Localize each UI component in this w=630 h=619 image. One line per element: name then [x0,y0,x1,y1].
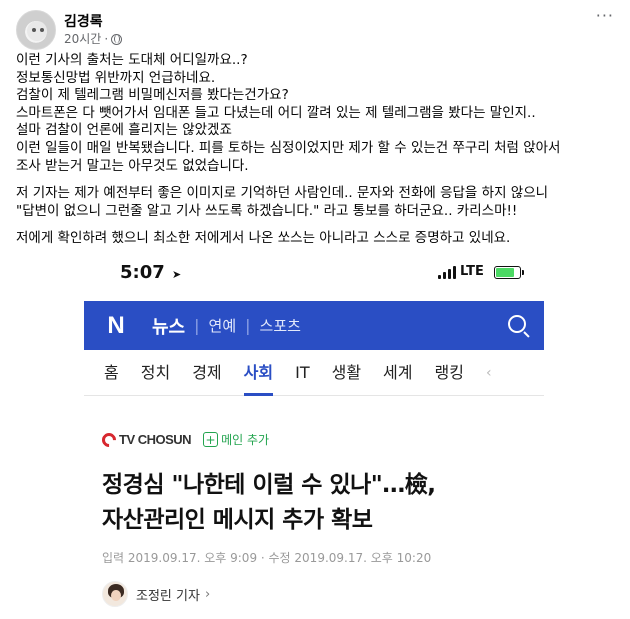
post-paragraph: 저 기자는 제가 예전부터 좋은 이미지로 기억하던 사람인데.. 문자와 전화… [16,185,616,220]
reporter-row[interactable]: 조정린 기자 › [102,581,210,607]
tab-category[interactable]: 홈 [104,350,119,396]
post-paragraph: 이런 기사의 출처는 도대체 어디일까요..? 정보통신망법 위반까지 언급하네… [16,52,616,175]
more-options-button[interactable]: ··· [596,6,614,25]
nav-news[interactable]: 뉴스 [152,313,185,339]
post-line: 저에게 확인하려 했으니 최소한 저에게서 나온 쏘스는 아니라고 스스로 증명… [16,230,511,247]
nav-entertainment[interactable]: 연예 [209,315,237,336]
tab-category[interactable]: 세계 [383,350,412,396]
article-headline: 정경심 "나한테 이럴 수 있나"…檢, 자산관리인 메시지 추가 확보 [102,468,532,538]
tab-category[interactable]: 사회 [243,350,274,396]
phone-status-bar: 5:07 ➤ LTE [84,254,544,296]
post-line: 이런 기사의 출처는 도대체 어디일까요..? [16,52,248,68]
profile-avatar[interactable] [16,10,56,50]
separator-dot: · [104,32,109,46]
reporter-name: 조정린 기자 [136,588,200,604]
nav-separator: | [194,316,200,335]
post-time[interactable]: 20시간 [64,31,101,47]
post-line: 조사 받는거 말고는 아무것도 없었습니다. [16,157,249,174]
category-tabs: 홈 정치 경제 사회 IT 생활 세계 랭킹 ‹ [84,350,544,396]
tabs-more-icon[interactable]: ‹ [486,365,492,381]
network-type: LTE [460,264,484,279]
tab-category[interactable]: 경제 [192,350,221,396]
add-to-main-label: 메인 추가 [221,433,270,447]
plus-icon: + [203,432,219,447]
headline-line: 정경심 "나한테 이럴 수 있나"…檢, [102,472,436,498]
nav-sports[interactable]: 스포츠 [260,315,301,336]
globe-icon [111,33,123,45]
tab-category[interactable]: IT [295,350,310,396]
battery-icon [494,266,521,279]
post-paragraph: 저에게 확인하려 했으니 최소한 저에게서 나온 쏘스는 아니라고 스스로 증명… [16,230,616,248]
headline-line: 자산관리인 메시지 추가 확보 [102,507,373,533]
reporter-avatar [102,581,128,607]
nav-separator: | [245,316,251,335]
post-time-row: 20시간 · [64,31,123,47]
post-body: 이런 기사의 출처는 도대체 어디일까요..? 정보통신망법 위반까지 언급하네… [16,52,616,248]
post-line: 이런 일들이 매일 반복됐습니다. 피를 토하는 심정이었지만 제가 할 수 있… [16,139,561,156]
tab-category[interactable]: 랭킹 [435,350,464,396]
post-line: 스마트폰은 다 뺏어가서 임대폰 들고 다녔는데 어디 깔려 있는 제 텔레그램… [16,104,536,121]
status-time: 5:07 [120,262,165,283]
post-line: 정보통신망법 위반까지 언급하네요. [16,69,216,86]
post-meta: 김경록 20시간 · [64,13,123,47]
battery-level [496,268,515,277]
battery-cap [522,270,524,275]
post-header: 김경록 20시간 · [16,10,123,50]
post-line: 저 기자는 제가 예전부터 좋은 이미지로 기억하던 사람인데.. 문자와 전화… [16,185,549,202]
search-icon[interactable] [508,315,526,333]
press-name[interactable]: TV CHOSUN [119,432,192,447]
signal-bars-icon [438,266,456,279]
post-line: 설마 검찰이 언론에 흘리지는 않았겠죠 [16,122,232,139]
tvchosun-logo-icon [99,429,119,450]
article-dates: 입력 2019.09.17. 오후 9:09 · 수정 2019.09.17. … [102,551,432,565]
tab-category[interactable]: 생활 [332,350,361,396]
naver-logo[interactable]: N [98,307,134,344]
post-line: "답변이 없으니 그런줄 알고 기사 쓰도록 하겠습니다." 라고 통보를 하더… [16,202,518,219]
news-app-bar: N 뉴스 | 연예 | 스포츠 [84,301,544,350]
add-to-main-button[interactable]: + 메인 추가 [203,431,269,448]
press-row: TV CHOSUN + 메인 추가 [99,429,269,450]
post-line: 검찰이 제 텔레그램 비밀메신저를 봤다는건가요? [16,87,289,104]
tab-category[interactable]: 정치 [141,350,170,396]
author-name[interactable]: 김경록 [64,13,122,31]
chevron-right-icon: › [204,586,211,602]
location-arrow-icon: ➤ [172,268,182,281]
attached-screenshot[interactable]: 5:07 ➤ LTE N 뉴스 | 연예 | 스포츠 홈 정치 경제 사회 IT 생활 세계… [84,254,544,619]
